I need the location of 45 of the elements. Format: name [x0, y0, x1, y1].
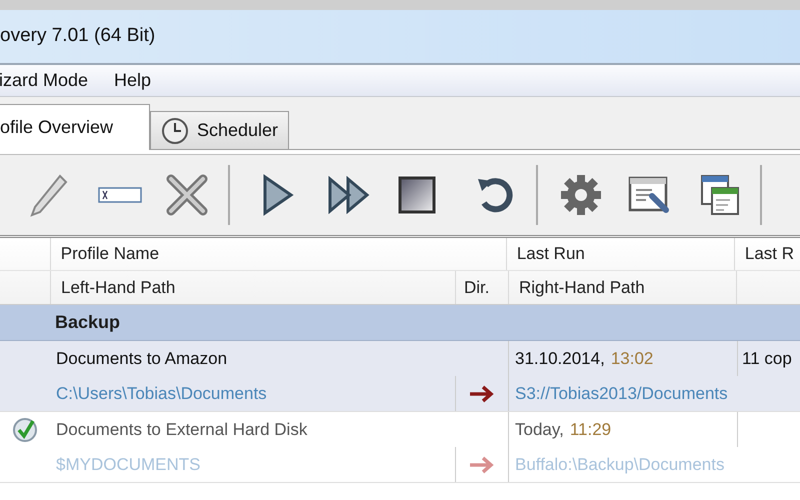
window-title: overy 7.01 (64 Bit) [0, 24, 156, 48]
right-path: S3://Tobias2013/Documents [515, 382, 728, 405]
last-run-time: 13:02 [610, 348, 654, 370]
play-button[interactable] [262, 174, 294, 216]
profile-row[interactable]: Documents to Amazon 31.10.2014, 13:02 11 cop C:\Users\Tobias\Documents S3://Tobias2013/Documents [0, 341, 800, 412]
column-header[interactable]: Right-Hand Path [508, 271, 737, 304]
fast-forward-button[interactable] [328, 176, 370, 214]
group-row-label: Backup [54, 311, 120, 334]
delete-icon [166, 174, 208, 216]
profile-name: Documents to External Hard Disk [56, 420, 308, 439]
column-header[interactable]: Last R [734, 238, 800, 270]
column-header[interactable]: Left-Hand Path [50, 271, 455, 304]
column-header[interactable]: Profile Name [50, 238, 506, 270]
play-icon [262, 174, 294, 216]
stop-button[interactable] [398, 176, 436, 214]
settings-icon [560, 174, 602, 216]
pencil-button[interactable] [30, 172, 70, 218]
last-run-time: 11:29 [570, 418, 612, 441]
window-wrench-button[interactable] [628, 174, 670, 216]
rename-field-icon [98, 187, 142, 203]
last-run-date: Today, [515, 418, 564, 441]
windows-button[interactable] [700, 174, 740, 216]
right-arrow-icon [469, 456, 495, 474]
left-path: C:\Users\Tobias\Documents [56, 384, 267, 403]
tab[interactable]: ofile Overview [0, 104, 150, 150]
table-cell-text: 11 cop [742, 348, 792, 370]
delete-button[interactable] [166, 174, 208, 216]
column-header[interactable]: Dir. [455, 271, 508, 304]
stop-icon [398, 176, 436, 214]
menu-item[interactable]: Help [114, 67, 152, 94]
settings-button[interactable] [560, 174, 602, 216]
right-arrow-icon [469, 384, 495, 402]
left-path: $MYDOCUMENTS [56, 454, 201, 474]
profile-name: Documents to Amazon [56, 348, 228, 368]
pencil-icon [30, 172, 70, 218]
windows-icon [700, 174, 740, 216]
right-path: Buffalo:\Backup\Documents [515, 454, 724, 476]
column-header[interactable]: Last Run [506, 238, 734, 270]
last-run-date: 31.10.2014, [515, 348, 605, 370]
tab[interactable]: Scheduler [150, 111, 290, 149]
fast-forward-icon [328, 176, 370, 214]
profile-row[interactable]: Documents to External Hard Disk Today, 11:29 $MYDOCUMENTS Buffalo:\Backup\Documents [0, 412, 800, 483]
window-wrench-icon [628, 174, 670, 216]
menu-item[interactable]: izard Mode [0, 67, 88, 94]
rename-field-button[interactable] [98, 187, 142, 203]
